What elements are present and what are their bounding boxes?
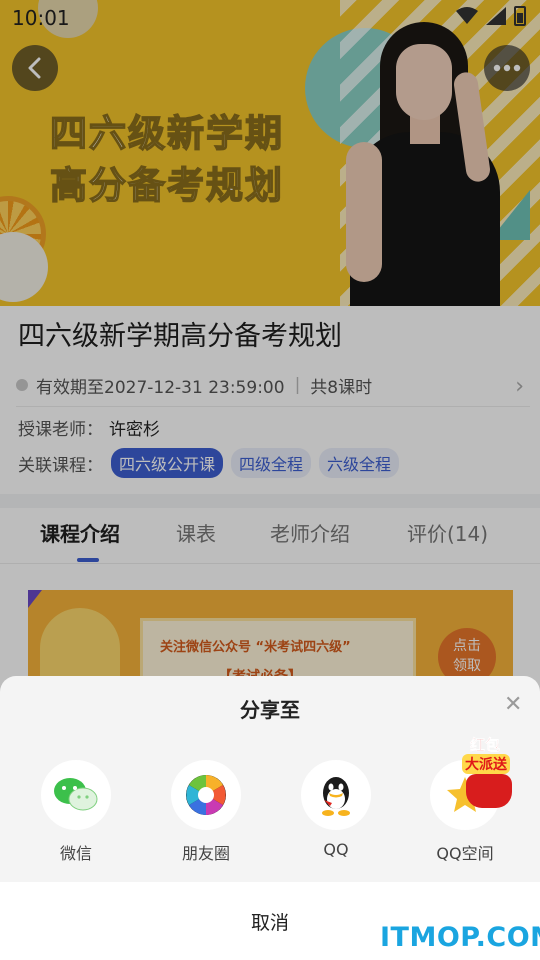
share-moments[interactable]: 朋友圈 bbox=[146, 760, 266, 864]
close-icon[interactable]: ✕ bbox=[504, 692, 522, 717]
share-wechat[interactable]: 微信 bbox=[16, 760, 136, 864]
share-qq[interactable]: QQ bbox=[276, 760, 396, 859]
share-label: QQ空间 bbox=[436, 844, 494, 863]
share-sheet-title: 分享至 bbox=[240, 698, 300, 722]
red-packet-promo[interactable]: 红包 大派送 bbox=[456, 734, 520, 812]
share-label: 微信 bbox=[59, 844, 92, 863]
wechat-icon bbox=[54, 778, 98, 811]
red-packet-text: 大派送 bbox=[462, 754, 510, 774]
share-label: QQ bbox=[323, 840, 349, 859]
share-sheet: 分享至 ✕ 微信 朋友圈 QQ QQ空间 取消 bbox=[0, 676, 540, 960]
qq-icon bbox=[322, 777, 350, 816]
share-label: 朋友圈 bbox=[181, 844, 230, 863]
red-packet-text: 红包 bbox=[470, 736, 501, 755]
red-packet-icon bbox=[466, 774, 512, 808]
site-watermark: ITMOP.COM bbox=[380, 922, 540, 953]
moments-icon bbox=[186, 775, 226, 815]
